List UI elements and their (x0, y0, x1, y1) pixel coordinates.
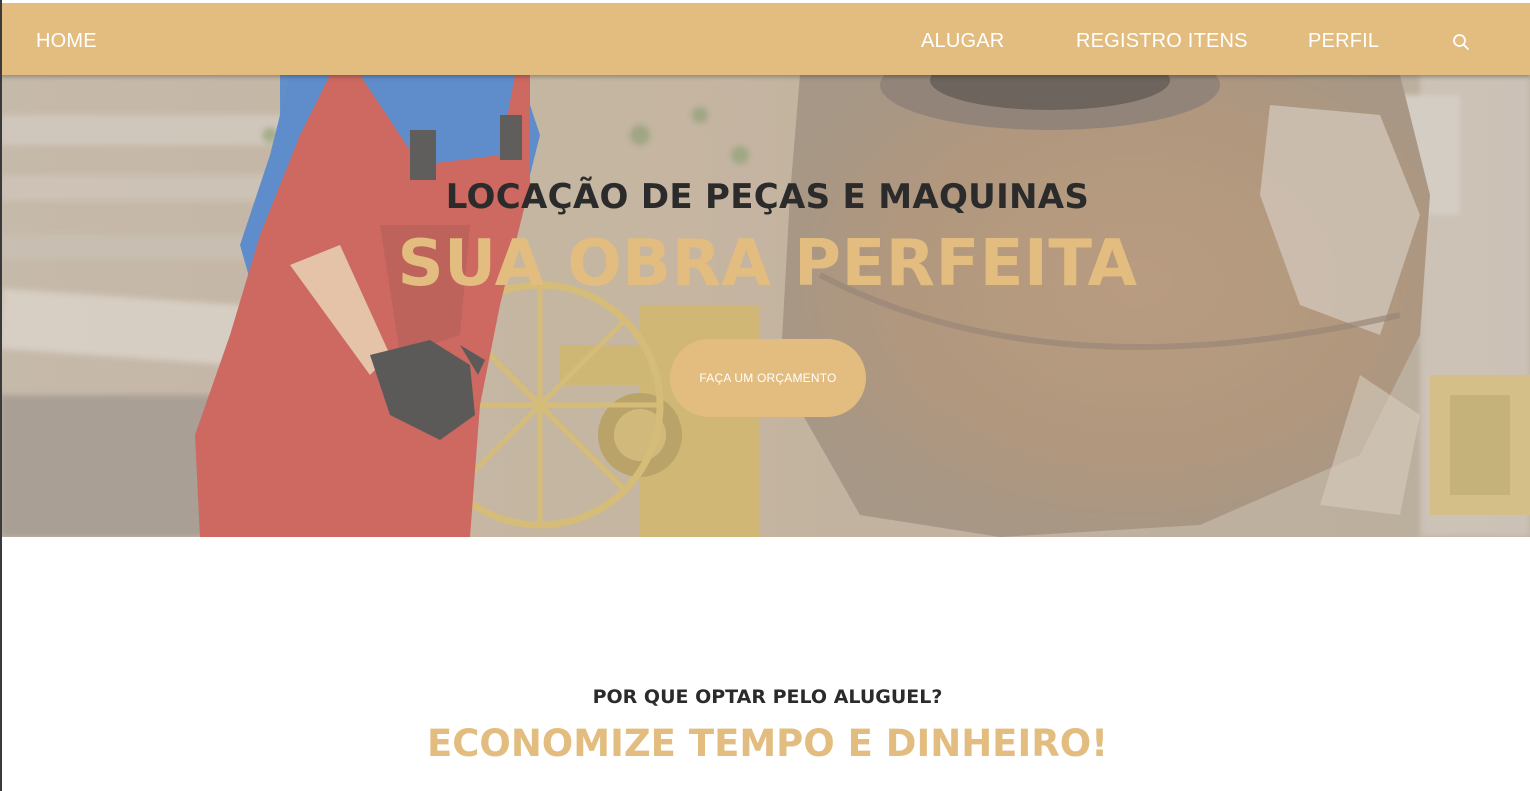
top-navbar: HOME ALUGAR REGISTRO ITENS PERFIL (0, 0, 1530, 75)
hero-banner: LOCAÇÃO DE PEÇAS E MAQUINAS SUA OBRA PER… (0, 75, 1530, 537)
request-quote-button[interactable]: FAÇA UM ORÇAMENTO (670, 339, 866, 417)
nav-perfil-link[interactable]: PERFIL (1308, 30, 1379, 53)
nav-home-link[interactable]: HOME (36, 30, 97, 53)
nav-alugar-link[interactable]: ALUGAR (921, 30, 1004, 53)
search-icon[interactable] (1452, 33, 1470, 51)
page: HOME ALUGAR REGISTRO ITENS PERFIL LOCAÇÃ… (0, 0, 1530, 791)
section-title: ECONOMIZE TEMPO E DINHEIRO! (426, 722, 1109, 765)
window-edge (0, 0, 2, 791)
hero-title: SUA OBRA PERFEITA (397, 227, 1138, 301)
nav-registro-itens-link[interactable]: REGISTRO ITENS (1076, 30, 1248, 53)
hero-overlay (0, 75, 1530, 537)
hero-kicker: LOCAÇÃO DE PEÇAS E MAQUINAS (445, 177, 1090, 217)
section-kicker: POR QUE OPTAR PELO ALUGUEL? (592, 686, 943, 708)
